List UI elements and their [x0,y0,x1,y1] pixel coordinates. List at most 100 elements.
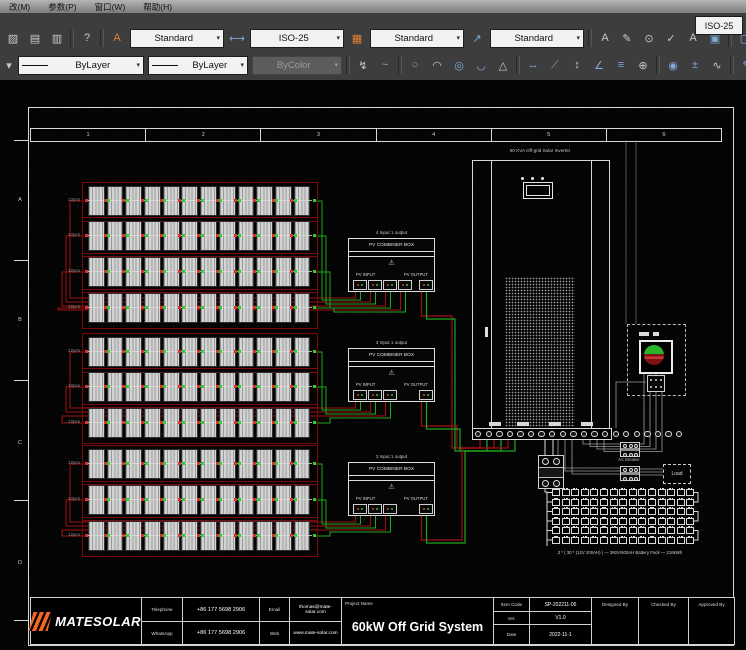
center-mark-icon[interactable]: ◉ [663,55,683,75]
project-name-label: Project Name [341,598,493,609]
battery-cell [581,527,589,534]
terminal-dot-red [402,284,405,287]
pv-string-count-label: 12pcs [58,197,80,202]
line-swatch [152,65,178,66]
battery-cell [658,518,666,525]
dim-linear-icon[interactable]: ↔ [523,55,543,75]
menu-item-1[interactable]: 参数(P) [39,1,85,13]
jog-line-icon[interactable]: ∿ [707,55,727,75]
pv-panel [88,372,105,402]
dim-style-current-box[interactable]: ISO-25 [695,16,743,35]
mleader-style-icon[interactable]: ↗ [467,28,487,48]
battery-cell [658,499,666,506]
revision-cloud-icon[interactable]: ~ [375,55,395,75]
style-dropdown-0[interactable]: Standard▾ [130,29,224,48]
terminal-dot-red [423,284,426,287]
battery-cell [619,518,627,525]
drawing-canvas[interactable]: 123456 60 KVA Off-grid Solar Inverter AC… [0,80,746,650]
menu-item-2[interactable]: 窗口(W) [86,1,135,13]
input-terminal [368,280,382,290]
properties-icon[interactable]: ▥ [47,28,67,48]
terminal-dot [517,431,523,437]
table-style-icon[interactable]: ▦ [347,28,367,48]
combiner-input-count-label: 4 Input 1 output [349,230,434,235]
meter-terminal-block [647,375,665,392]
matesolar-logo-icon [29,612,53,631]
pv-string-count-label: 12pcs [58,419,80,424]
dim-style-icon[interactable]: ⟷ [227,28,247,48]
battery-cell [610,527,618,534]
item-code-value: SP-202211-05 [529,598,591,611]
mc4-connector-green [313,421,316,424]
battery-cell [677,499,685,506]
battery-cell [638,489,646,496]
donut-icon[interactable]: ◎ [449,55,469,75]
spell-check-icon[interactable]: ✓ [661,28,681,48]
terminal-dot [570,431,576,437]
project-name: 60kW Off Grid System [341,609,493,644]
output-terminal [419,280,433,290]
tool-palette-icon[interactable]: ▨ [3,28,23,48]
arc-icon[interactable]: ◠ [427,55,447,75]
dim-offset-icon[interactable]: ⊕ [633,55,653,75]
terminal-dot-green [391,284,394,287]
battery-cell [610,489,618,496]
style-dropdown-1[interactable]: ISO-25▾ [250,29,344,48]
battery-cell [648,508,656,515]
find-replace-icon[interactable]: ⊙ [639,28,659,48]
dim-edit-icon[interactable]: ✎ [737,55,746,75]
terminal-dot-green [427,508,430,511]
dropdown-stub-chevron[interactable]: ▾ [3,55,15,75]
single-line-text-icon[interactable]: A [595,28,615,48]
menu-item-3[interactable]: 帮助(H) [134,1,181,13]
mc4-connector-red [85,270,88,273]
battery-pack-label: 3 * ( 30 * (12V 200AH) ) — 360V/600AH Ba… [535,550,705,555]
dim-aligned-icon[interactable]: ⟋ [545,55,565,75]
dim-baseline-icon[interactable]: ≡ [611,55,631,75]
designed-by-value [591,611,638,644]
properties-dropdown-1[interactable]: ByLayer▾ [148,56,248,75]
terminal-dot [665,431,671,437]
approved-by-value [688,611,734,644]
breaker-pole [634,477,638,481]
ellipse-arc-icon[interactable]: ◡ [471,55,491,75]
mc4-connector-green [238,350,241,353]
battery-cell [638,537,646,544]
date-label: Date [493,624,529,644]
dim-vertical-icon[interactable]: ↕ [567,55,587,75]
mc4-connector-green [219,462,222,465]
pline-icon[interactable]: ↯ [353,55,373,75]
toolbar-separator [398,56,402,74]
battery-cell [581,489,589,496]
circle-icon[interactable]: ○ [405,55,425,75]
battery-cell [552,489,560,496]
help-icon[interactable]: ? [77,28,97,48]
properties-dropdown-0[interactable]: ByLayer▾ [18,56,144,75]
dim-angular-icon[interactable]: ∠ [589,55,609,75]
battery-cell [629,537,637,544]
battery-cell [600,527,608,534]
terminal-dot [560,431,566,437]
mc4-connector-green [107,270,110,273]
load-breaker [620,466,640,481]
terminal-dot-green [406,284,409,287]
mc4-connector-green [182,498,185,501]
chevron-down-icon: ▾ [334,61,338,69]
style-dropdown-3[interactable]: Standard▾ [490,29,584,48]
input-terminal [353,504,367,514]
triangle-icon[interactable]: △ [493,55,513,75]
toolbar-separator [730,56,734,74]
mc4-connector-green [294,270,297,273]
menu-item-0[interactable]: 改(M) [0,1,39,13]
mc4-connector-green [163,234,166,237]
mc4-connector-green [275,498,278,501]
mc4-connector-green [294,385,297,388]
style-dropdown-2[interactable]: Standard▾ [370,29,464,48]
design-center-icon[interactable]: ▤ [25,28,45,48]
output-terminal [419,504,433,514]
edit-text-icon[interactable]: ✎ [617,28,637,48]
checked-by-value [638,611,688,644]
text-style-icon[interactable]: A [107,28,127,48]
pv-output-label: PV OUTPUT [404,496,428,501]
tolerance-icon[interactable]: ± [685,55,705,75]
